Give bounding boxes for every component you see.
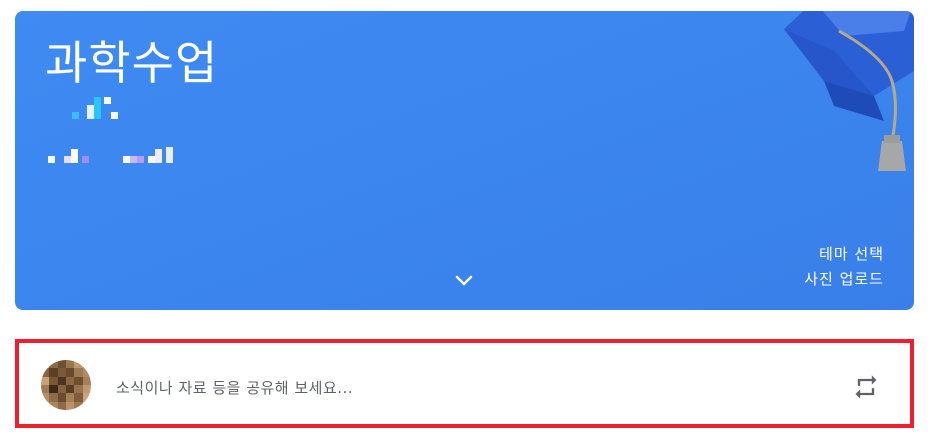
graduation-cap-icon — [784, 11, 914, 171]
chevron-down-icon[interactable] — [453, 271, 475, 291]
class-banner: 과학수업 테마 선택 사진 업로드 — [15, 11, 914, 310]
select-theme-link[interactable]: 테마 선택 — [819, 243, 884, 264]
repost-icon[interactable] — [852, 373, 880, 401]
upload-photo-link[interactable]: 사진 업로드 — [804, 268, 884, 289]
share-post-box[interactable]: 소식이나 자료 등을 공유해 보세요... — [15, 339, 914, 428]
class-section-redacted — [72, 97, 118, 119]
classroom-stream-page: 과학수업 테마 선택 사진 업로드 소식이나 자료 등을 공유해 보세요... — [0, 0, 931, 436]
user-avatar — [41, 360, 91, 410]
share-post-input[interactable]: 소식이나 자료 등을 공유해 보세요... — [116, 377, 353, 398]
teacher-name-redacted — [48, 147, 173, 163]
class-title: 과학수업 — [45, 36, 219, 90]
